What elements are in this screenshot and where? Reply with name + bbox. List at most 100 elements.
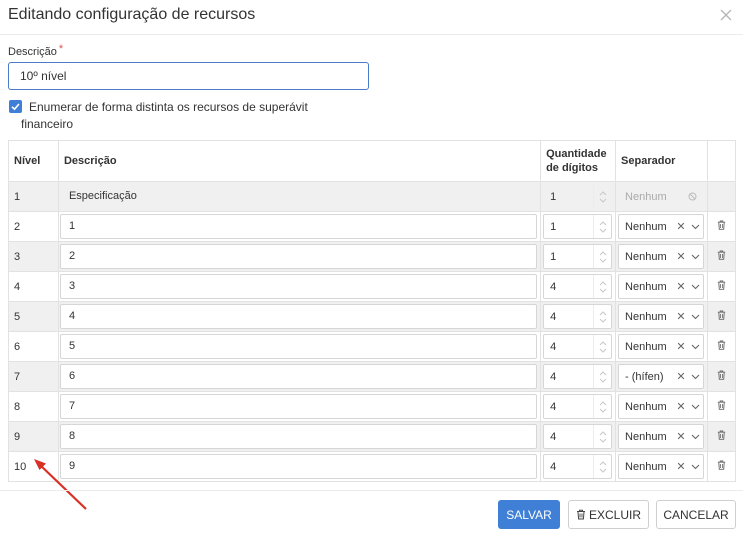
cell-actions xyxy=(707,301,736,332)
cell-separador: - (hífen) ✕ xyxy=(615,361,709,392)
delete-row-button[interactable] xyxy=(717,220,726,233)
table-row: 2 1 1 Nenhum ✕ xyxy=(8,211,736,242)
chevron-down-icon[interactable] xyxy=(691,314,700,320)
cell-descricao: 8 xyxy=(57,421,542,452)
chevron-down-icon[interactable] xyxy=(691,374,700,380)
spinner-arrows-icon[interactable] xyxy=(599,250,607,264)
clear-x-icon[interactable]: ✕ xyxy=(675,310,687,323)
clear-x-icon[interactable]: ✕ xyxy=(675,430,687,443)
save-button[interactable]: SALVAR xyxy=(498,500,560,529)
digits-value: 4 xyxy=(550,370,557,383)
separator-select[interactable]: Nenhum ✕ xyxy=(618,454,705,479)
delete-row-button[interactable] xyxy=(717,370,726,383)
cell-actions xyxy=(707,451,736,482)
clear-x-icon[interactable]: ✕ xyxy=(675,250,687,263)
surplus-checkbox-label[interactable]: Enumerar de forma distinta os recursos d… xyxy=(29,99,339,116)
cancel-button[interactable]: CANCELAR xyxy=(656,500,736,529)
spinner-arrows-icon[interactable] xyxy=(599,400,607,414)
clear-x-icon[interactable]: ✕ xyxy=(675,280,687,293)
spinner-arrows-icon[interactable] xyxy=(599,370,607,384)
chevron-down-icon[interactable] xyxy=(691,224,700,230)
separator-select[interactable]: Nenhum ✕ xyxy=(618,304,705,329)
surplus-checkbox-label-continued[interactable]: financeiro xyxy=(21,116,73,133)
chevron-down-icon[interactable] xyxy=(691,434,700,440)
header-actions xyxy=(707,140,736,182)
clear-x-icon[interactable]: ✕ xyxy=(675,220,687,233)
delete-row-button[interactable] xyxy=(717,430,726,443)
close-icon[interactable] xyxy=(719,8,733,22)
chevron-down-icon[interactable] xyxy=(691,344,700,350)
level-description-input[interactable]: 6 xyxy=(59,364,538,389)
delete-row-button[interactable] xyxy=(717,400,726,413)
delete-row-button[interactable] xyxy=(717,280,726,293)
delete-row-button[interactable] xyxy=(717,310,726,323)
cell-actions xyxy=(707,391,736,422)
cell-nivel: 7 xyxy=(8,361,59,392)
spinner-arrows-icon[interactable] xyxy=(599,220,607,234)
separator-select[interactable]: - (hífen) ✕ xyxy=(618,364,705,389)
clear-x-icon[interactable]: ✕ xyxy=(675,460,687,473)
digits-stepper[interactable]: 4 xyxy=(543,424,613,449)
digits-stepper[interactable]: 4 xyxy=(543,304,613,329)
level-description-input[interactable]: 8 xyxy=(59,424,538,449)
chevron-down-icon[interactable] xyxy=(691,254,700,260)
spinner-arrows-icon[interactable] xyxy=(599,340,607,354)
spinner-arrows-icon[interactable] xyxy=(599,460,607,474)
digits-stepper[interactable]: 1 xyxy=(543,244,613,269)
delete-row-button[interactable] xyxy=(717,340,726,353)
chevron-down-icon[interactable] xyxy=(691,464,700,470)
spinner-arrows-icon[interactable] xyxy=(599,280,607,294)
separator-select[interactable]: Nenhum ✕ xyxy=(618,214,705,239)
level-description-input[interactable]: 5 xyxy=(59,334,538,359)
separator-select[interactable]: Nenhum ✕ xyxy=(618,274,705,299)
digits-stepper[interactable]: 4 xyxy=(543,364,613,389)
delete-row-button[interactable] xyxy=(717,460,726,473)
cell-nivel: 8 xyxy=(8,391,59,422)
cell-actions xyxy=(707,181,736,212)
surplus-checkbox[interactable] xyxy=(9,100,22,113)
delete-row-button[interactable] xyxy=(717,250,726,263)
cell-actions xyxy=(707,331,736,362)
digits-stepper[interactable]: 4 xyxy=(543,454,613,479)
cell-digitos: 1 xyxy=(540,211,617,242)
digits-stepper[interactable]: 1 xyxy=(543,214,613,239)
spinner-arrows-icon[interactable] xyxy=(599,190,607,204)
cell-digitos: 4 xyxy=(540,301,617,332)
separator-value: Nenhum xyxy=(625,340,667,353)
level-description-input[interactable]: 9 xyxy=(59,454,538,479)
cell-digitos: 4 xyxy=(540,451,617,482)
chevron-down-icon[interactable] xyxy=(691,404,700,410)
cell-digitos: 4 xyxy=(540,361,617,392)
digits-stepper[interactable]: 4 xyxy=(543,334,613,359)
description-input[interactable] xyxy=(8,62,369,90)
cell-descricao: 7 xyxy=(57,391,542,422)
level-description-input[interactable]: 2 xyxy=(59,244,538,269)
level-description-input[interactable]: 7 xyxy=(59,394,538,419)
separator-select[interactable]: Nenhum ✕ xyxy=(618,334,705,359)
separator-select[interactable]: Nenhum ✕ xyxy=(618,394,705,419)
spinner-arrows-icon[interactable] xyxy=(599,430,607,444)
clear-x-icon[interactable]: ✕ xyxy=(675,370,687,383)
check-icon xyxy=(11,103,20,111)
chevron-down-icon[interactable] xyxy=(691,284,700,290)
table-row: 8 7 4 Nenhum ✕ xyxy=(8,391,736,422)
cell-actions xyxy=(707,421,736,452)
nivel-value: 1 xyxy=(14,190,21,203)
digits-value: 4 xyxy=(550,280,557,293)
separator-select[interactable]: Nenhum ✕ xyxy=(618,424,705,449)
level-description-input[interactable]: 1 xyxy=(59,214,538,239)
digits-stepper[interactable]: 4 xyxy=(543,274,613,299)
level-description-input: Especificação xyxy=(59,184,538,209)
digits-stepper[interactable]: 4 xyxy=(543,394,613,419)
spinner-arrows-icon[interactable] xyxy=(599,310,607,324)
delete-button[interactable]: EXCLUIR xyxy=(568,500,649,529)
cell-separador: Nenhum xyxy=(615,181,709,212)
digits-stepper: 1 xyxy=(543,184,613,209)
clear-x-icon[interactable]: ✕ xyxy=(675,340,687,353)
separator-select[interactable]: Nenhum ✕ xyxy=(618,244,705,269)
clear-x-icon[interactable]: ✕ xyxy=(675,400,687,413)
trash-icon xyxy=(717,370,726,380)
digits-value: 4 xyxy=(550,430,557,443)
level-description-input[interactable]: 4 xyxy=(59,304,538,329)
level-description-input[interactable]: 3 xyxy=(59,274,538,299)
